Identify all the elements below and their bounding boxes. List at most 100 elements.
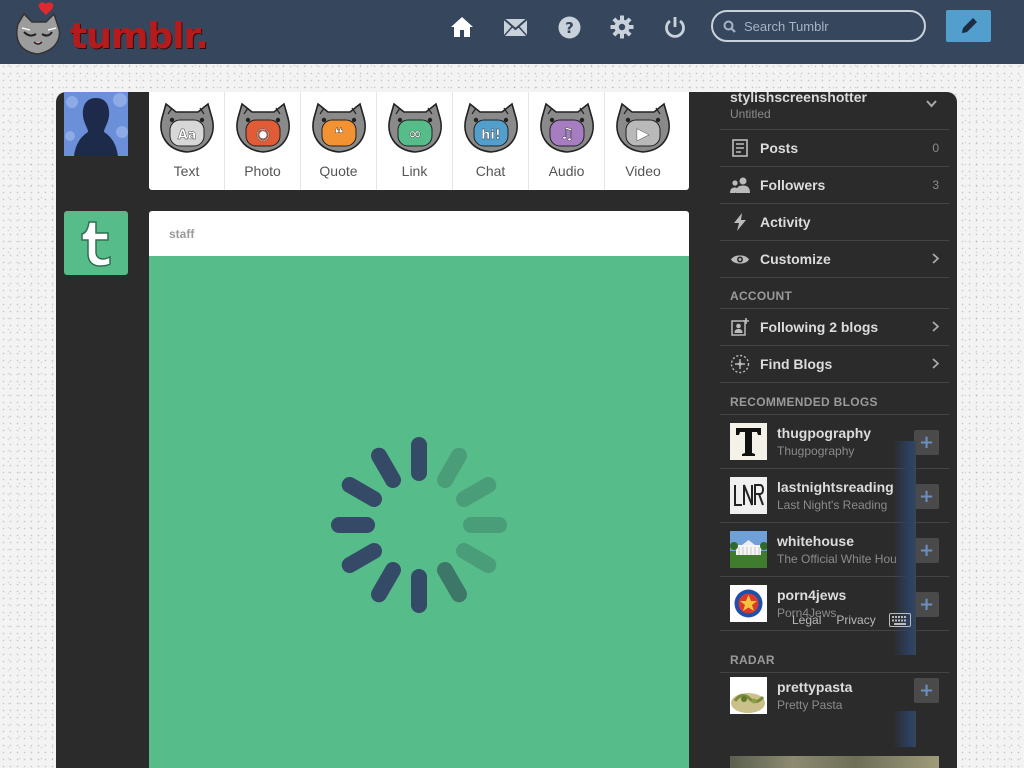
blog-subtitle: Last Night's Reading [777,498,888,512]
post-type-photo[interactable]: ◉ Photo [225,92,301,190]
staff-avatar[interactable] [64,211,128,275]
post-type-audio[interactable]: ♫ Audio [529,92,605,190]
blog-avatar[interactable] [730,423,767,460]
post-type-text[interactable]: Aa Text [149,92,225,190]
svg-text:∞: ∞ [408,124,421,143]
blog-avatar[interactable] [730,477,767,514]
sidebar-item-label: Activity [760,214,811,230]
post-card: staff [149,211,689,768]
sidebar-item-activity[interactable]: Activity [720,204,949,241]
scroll-fade [893,711,916,747]
spinner-segment [371,447,401,488]
keyboard-icon[interactable] [888,613,911,627]
post-type-label: Chat [475,163,506,179]
sidebar-item-label: Followers [760,177,826,193]
post-author[interactable]: staff [149,211,689,256]
blog-avatar[interactable] [730,531,767,568]
star-badge-icon [734,589,763,618]
account-heading: ACCOUNT [720,288,949,309]
text-cat-icon: Aa [159,102,214,153]
find-blogs-icon [730,354,750,374]
post-type-chat[interactable]: hi! Chat [453,92,529,190]
lnr-monogram-icon [734,484,764,506]
post-type-label: Link [401,163,428,179]
blog-title: Untitled [730,107,771,121]
eye-icon [730,249,750,269]
gear-icon[interactable] [609,14,635,40]
compose-button[interactable] [946,10,991,42]
privacy-link[interactable]: Privacy [836,613,875,627]
sidebar-item-posts[interactable]: Posts 0 [720,130,949,167]
post-type-link[interactable]: ∞ Link [377,92,453,190]
pencil-icon [961,18,977,33]
posts-icon [730,138,750,158]
kitten-logo-icon [16,2,61,55]
follow-button[interactable]: + [914,484,939,509]
blog-name: thugpography [777,425,872,441]
svg-text:Aa: Aa [177,128,196,143]
svg-text:◉: ◉ [256,124,270,143]
radar-post-image[interactable] [730,756,939,768]
spinner-segment [411,569,427,613]
spinner-segment [341,543,382,573]
chevron-right-icon [932,253,939,264]
chevron-right-icon [932,358,939,369]
video-cat-icon: ▶ [616,102,670,153]
home-icon[interactable] [449,14,475,40]
post-type-quote[interactable]: ❝ Quote [301,92,377,190]
post-type-video[interactable]: ▶ Video [605,92,681,190]
link-cat-icon: ∞ [387,102,442,153]
radar-heading: RADAR [720,652,949,673]
sidebar-item-label: Following 2 blogs [760,319,879,335]
spinner-segment [456,477,497,507]
blog-subtitle: Thugpography [777,444,855,458]
power-icon[interactable] [662,14,688,40]
search-icon [723,20,736,33]
post-media[interactable] [149,256,689,768]
posts-count: 0 [932,141,939,155]
sidebar-item-followers[interactable]: Followers 3 [720,167,949,204]
post-type-label: Video [625,163,661,179]
post-type-label: Text [173,163,200,179]
blog-name: prettypasta [777,678,853,695]
sidebar-item-find-blogs[interactable]: Find Blogs [720,346,949,383]
follow-button[interactable]: + [914,538,939,563]
sidebar-item-customize[interactable]: Customize [720,241,949,278]
mail-icon[interactable] [502,14,528,40]
post-type-label: Photo [244,163,281,179]
blog-subtitle: The Official White Hou [777,552,897,566]
post-type-label: Quote [319,163,358,179]
footer-links: Legal Privacy [792,611,949,629]
tumblr-logo[interactable]: tumblr. [12,2,209,62]
blog-avatar[interactable] [730,676,767,714]
user-avatar[interactable] [64,92,128,156]
logo-text: tumblr. [70,16,209,57]
svg-text:hi!: hi! [481,128,501,143]
spinner-segment [437,562,467,603]
post-type-label: Audio [548,163,585,179]
silhouette-icon [64,92,128,156]
blog-name: porn4jews [777,587,847,603]
spinner-segment [411,437,427,481]
photo-cat-icon: ◉ [235,102,290,153]
letter-t-icon [736,428,761,456]
blog-name: lastnightsreading [777,479,894,495]
tumblr-t-icon [81,221,111,267]
pasta-icon [731,692,765,713]
legal-link[interactable]: Legal [792,613,821,627]
blog-avatar[interactable] [730,585,767,622]
search-input[interactable] [744,18,914,34]
chevron-down-icon [926,100,937,108]
spinner-segment [341,477,382,507]
sidebar-item-label: Posts [760,140,799,156]
sidebar-item-following[interactable]: Following 2 blogs [720,309,949,346]
help-icon[interactable]: ? [556,14,582,40]
follow-button[interactable]: + [914,678,939,703]
search-box[interactable] [711,10,926,42]
svg-text:▶: ▶ [637,124,650,143]
activity-icon [730,212,750,232]
chevron-right-icon [932,321,939,332]
chat-cat-icon: hi! [463,102,518,153]
follow-button[interactable]: + [914,430,939,455]
blog-selector[interactable]: stylishscreenshotter Untitled [720,89,949,130]
